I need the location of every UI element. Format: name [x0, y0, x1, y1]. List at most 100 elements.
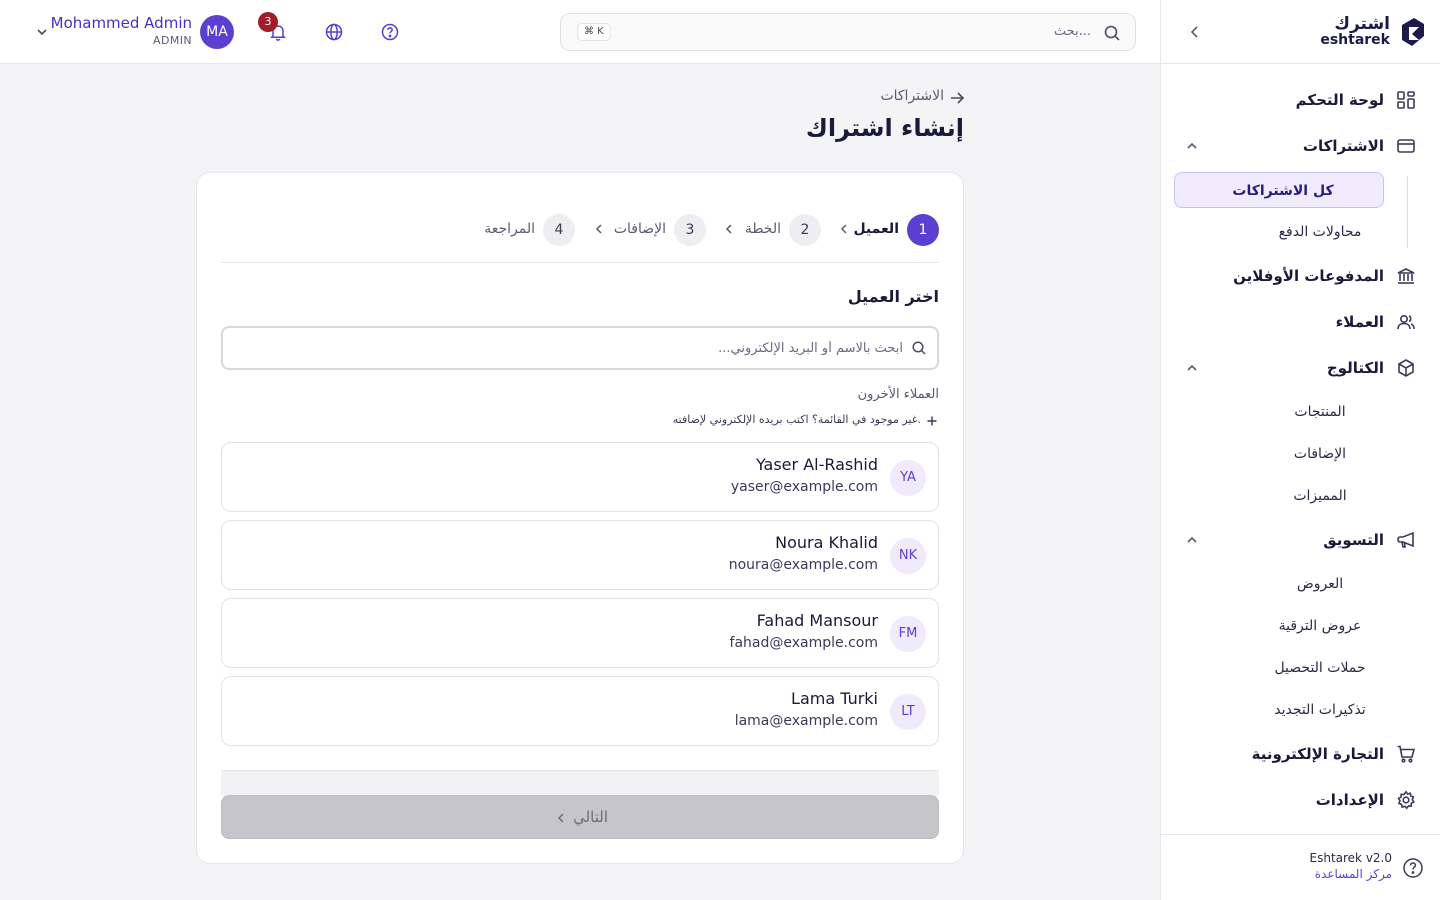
- customer-avatar: YA: [890, 460, 926, 496]
- help-icon[interactable]: [380, 22, 400, 42]
- back-link-label: الاشتراكات: [880, 88, 944, 104]
- brand-logo[interactable]: اشترك eshtarek: [1314, 14, 1426, 50]
- page-title: إنشاء اشتراك: [805, 114, 964, 142]
- create-subscription-card: 1 العميل 2 الخطة 3 الإضافات 4 المراجعة ا…: [196, 172, 964, 864]
- notification-badge: 3: [258, 12, 278, 32]
- sidebar: اشترك eshtarek لوحة التحكم الاشتراكات كل…: [1160, 0, 1440, 900]
- sidebar-subitem-addons[interactable]: الإضافات: [1200, 436, 1400, 472]
- sidebar-item-settings[interactable]: الإعدادات: [1160, 780, 1440, 820]
- step-plan[interactable]: 2 الخطة: [721, 214, 821, 246]
- chevron-left-icon: [840, 224, 847, 234]
- search-icon: [912, 341, 926, 355]
- customer-name: Fahad Mansour: [756, 611, 878, 630]
- sidebar-subitem-products[interactable]: المنتجات: [1200, 394, 1400, 430]
- grid-icon: [1397, 91, 1415, 109]
- customer-avatar: LT: [890, 694, 926, 730]
- megaphone-icon: [1397, 531, 1414, 548]
- sidebar-subitem-label: كل الاشتراكات: [1232, 183, 1334, 199]
- chevron-left-icon: [557, 813, 564, 823]
- customer-email: fahad@example.com: [729, 635, 878, 651]
- sidebar-header: اشترك eshtarek: [1161, 0, 1440, 64]
- sidebar-subitem-offers[interactable]: العروض: [1200, 566, 1400, 602]
- search-icon: [1104, 25, 1120, 41]
- chevron-left-icon[interactable]: [1185, 22, 1205, 42]
- step-number: 1: [907, 214, 939, 246]
- step-number: 3: [674, 214, 706, 246]
- step-label: الإضافات: [613, 221, 666, 237]
- global-search-placeholder: بحث...: [1053, 24, 1091, 39]
- app-version: Eshtarek v2.0: [1309, 851, 1393, 865]
- step-customer[interactable]: 1 العميل: [839, 214, 939, 246]
- help-center-link[interactable]: مركز المساعدة: [1315, 867, 1392, 881]
- customer-email: noura@example.com: [728, 557, 878, 573]
- sidebar-subitem-label: المنتجات: [1294, 404, 1346, 420]
- globe-icon[interactable]: [324, 22, 344, 42]
- sidebar-item-label: الإعدادات: [1315, 791, 1384, 809]
- user-menu[interactable]: Mohammed Admin ADMIN MA: [30, 12, 234, 52]
- chevron-down-icon: [37, 29, 47, 36]
- customer-avatar: FM: [890, 616, 926, 652]
- sidebar-subitem-label: محاولات الدفع: [1278, 224, 1362, 240]
- search-shortcut: ⌘ K: [577, 23, 611, 41]
- sidebar-subitem-label: حملات التحصيل: [1274, 660, 1366, 676]
- add-customer-hint[interactable]: غير موجود في القائمة؟ اكتب بريده الإلكتر…: [519, 413, 939, 431]
- sidebar-subitem-all-subscriptions[interactable]: كل الاشتراكات: [1174, 172, 1384, 208]
- step-label: الخطة: [744, 221, 781, 237]
- global-search[interactable]: بحث... ⌘ K: [560, 13, 1136, 51]
- customer-search-field[interactable]: [221, 326, 939, 370]
- sidebar-item-offline-payments[interactable]: المدفوعات الأوفلاين: [1160, 256, 1440, 296]
- sidebar-item-label: الاشتراكات: [1302, 137, 1384, 155]
- logo-text-ar: اشترك: [1334, 14, 1390, 34]
- sidebar-subitem-label: المميزات: [1293, 488, 1347, 504]
- sidebar-subitem-features[interactable]: المميزات: [1200, 478, 1400, 514]
- customer-row[interactable]: LT Lama Turki lama@example.com: [221, 676, 939, 746]
- sidebar-item-customers[interactable]: العملاء: [1160, 302, 1440, 342]
- chevron-left-icon: [595, 224, 602, 234]
- user-role: ADMIN: [153, 34, 192, 47]
- customer-search-input[interactable]: [263, 336, 903, 360]
- sidebar-item-label: التجارة الإلكترونية: [1251, 745, 1384, 763]
- sidebar-item-label: العملاء: [1335, 313, 1384, 331]
- step-number: 2: [789, 214, 821, 246]
- sidebar-item-label: لوحة التحكم: [1295, 91, 1384, 109]
- customer-row[interactable]: NK Noura Khalid noura@example.com: [221, 520, 939, 590]
- footer-divider: [221, 770, 939, 796]
- step-review[interactable]: 4 المراجعة: [445, 214, 575, 246]
- box-icon: [1398, 359, 1414, 377]
- sidebar-item-dashboard[interactable]: لوحة التحكم: [1160, 80, 1440, 120]
- credit-card-icon: [1397, 139, 1415, 153]
- chevron-up-icon[interactable]: [1184, 360, 1200, 376]
- sidebar-subitem-label: العروض: [1296, 576, 1344, 592]
- customer-avatar: NK: [890, 538, 926, 574]
- gear-icon: [1397, 790, 1415, 810]
- sidebar-item-label: الكتالوج: [1326, 359, 1384, 377]
- arrow-right-icon: [951, 92, 965, 104]
- next-button[interactable]: التالي: [221, 795, 939, 839]
- sidebar-item-ecommerce[interactable]: التجارة الإلكترونية: [1160, 734, 1440, 774]
- back-link[interactable]: الاشتراكات: [860, 88, 966, 108]
- add-customer-hint-text: غير موجود في القائمة؟ اكتب بريده الإلكتر…: [672, 413, 921, 426]
- customer-name: Noura Khalid: [775, 533, 878, 552]
- step-number: 4: [543, 214, 575, 246]
- sidebar-subitem-upgrade-offers[interactable]: عروض الترقية: [1200, 608, 1400, 644]
- sidebar-item-marketing[interactable]: التسويق: [1160, 520, 1440, 560]
- cart-icon: [1397, 745, 1416, 763]
- sidebar-subitem-collection-campaigns[interactable]: حملات التحصيل: [1200, 650, 1400, 686]
- user-name: Mohammed Admin: [50, 14, 192, 32]
- stepper: 1 العميل 2 الخطة 3 الإضافات 4 المراجعة: [221, 197, 939, 263]
- next-button-label: التالي: [573, 808, 608, 826]
- sidebar-subitem-label: تذكيرات التجديد: [1274, 702, 1366, 718]
- sidebar-subitem-payment-attempts[interactable]: محاولات الدفع: [1200, 214, 1400, 250]
- customer-row[interactable]: YA Yaser Al-Rashid yaser@example.com: [221, 442, 939, 512]
- sidebar-item-catalog[interactable]: الكتالوج: [1160, 348, 1440, 388]
- sidebar-subitem-renewal-reminders[interactable]: تذكيرات التجديد: [1200, 692, 1400, 728]
- chevron-up-icon[interactable]: [1184, 138, 1200, 154]
- sidebar-item-subscriptions[interactable]: الاشتراكات: [1160, 126, 1440, 166]
- customer-email: yaser@example.com: [730, 479, 878, 495]
- customer-row[interactable]: FM Fahad Mansour fahad@example.com: [221, 598, 939, 668]
- customer-name: Yaser Al-Rashid: [755, 455, 878, 474]
- help-circle-icon[interactable]: [1402, 857, 1424, 879]
- customer-name: Lama Turki: [791, 689, 878, 708]
- logo-mark-icon: [1402, 18, 1424, 46]
- chevron-up-icon[interactable]: [1184, 532, 1200, 548]
